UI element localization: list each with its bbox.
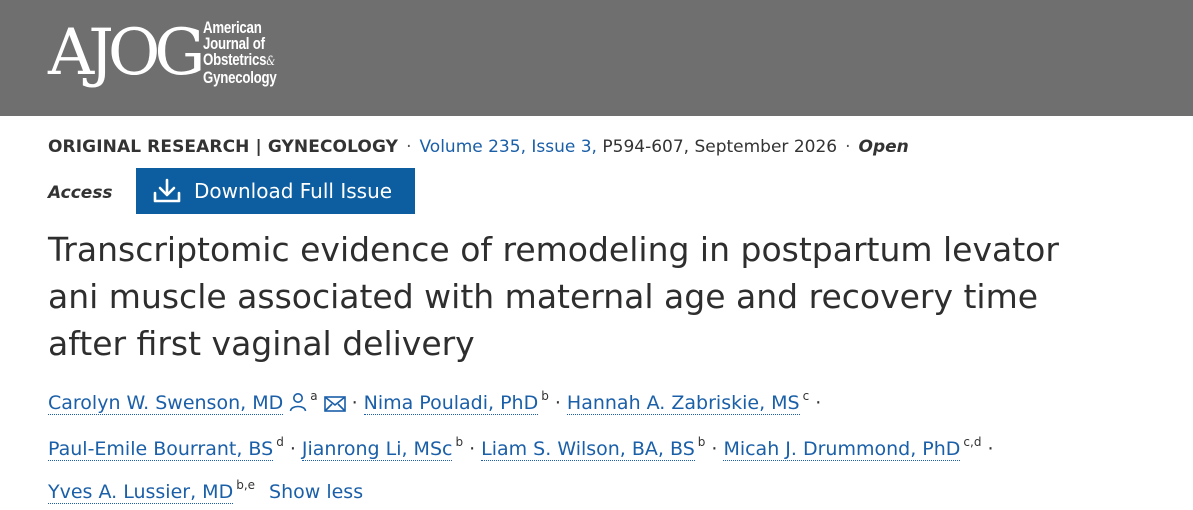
author-affiliation: b,e xyxy=(236,478,256,492)
author-line-3: Yves A. Lussier, MD b,e Show less xyxy=(48,467,1148,510)
meta-separator-2: · xyxy=(845,137,851,157)
article-meta: ORIGINAL RESEARCH | GYNECOLOGY · Volume 23… xyxy=(48,137,1148,157)
author-separator: · xyxy=(554,392,561,414)
access-label: Access xyxy=(48,183,113,203)
article-title: Transcriptomic evidence of remodeling in… xyxy=(48,230,1059,363)
author-affiliation: d xyxy=(276,435,284,449)
author-separator: · xyxy=(815,392,822,414)
open-label: Open xyxy=(858,137,909,157)
author-line-2: Paul-Emile Bourrant, BS d · Jianrong Li, MS… xyxy=(48,424,1148,467)
logo-mark: AJOG xyxy=(48,16,205,90)
logo-line-4: Gynecology xyxy=(203,68,278,87)
author-name[interactable]: Micah J. Drummond, PhD xyxy=(723,438,961,461)
author-line-1: Carolyn W. Swenson, MD a · Nima Pouladi, Ph… xyxy=(48,378,1148,424)
show-less-button[interactable]: Show less xyxy=(269,481,363,503)
author-affiliation: b xyxy=(541,389,549,403)
author-affiliation: c,d xyxy=(963,435,982,449)
author-affiliation: c xyxy=(802,389,810,403)
volume-issue-link[interactable]: Volume 235, Issue 3, xyxy=(419,137,596,157)
article-category: ORIGINAL RESEARCH | GYNECOLOGY xyxy=(48,137,399,157)
author-list: Carolyn W. Swenson, MD a · Nima Pouladi, Ph… xyxy=(48,378,1148,510)
author-separator: · xyxy=(711,438,718,460)
meta-separator: · xyxy=(406,137,412,157)
logo-line-3-text: Obstetrics xyxy=(203,50,267,69)
author-separator: · xyxy=(469,438,476,460)
author-name[interactable]: Nima Pouladi, PhD xyxy=(363,392,539,415)
author-name[interactable]: Hannah A. Zabriskie, MS xyxy=(566,392,800,415)
author-separator: · xyxy=(351,392,358,414)
author-name[interactable]: Carolyn W. Swenson, MD xyxy=(48,392,284,415)
ajog-logo[interactable]: AJOG American Journal of Obstetrics& Gyn… xyxy=(48,10,298,96)
author-name[interactable]: Paul-Emile Bourrant, BS xyxy=(48,438,274,461)
download-icon xyxy=(152,178,182,204)
author-affiliation: b xyxy=(697,435,706,449)
author-separator: · xyxy=(289,438,296,460)
author-affiliation: b xyxy=(455,435,464,449)
envelope-icon[interactable] xyxy=(323,388,346,424)
download-button-label: Download Full Issue xyxy=(194,179,393,203)
site-header: AJOG American Journal of Obstetrics& Gyn… xyxy=(0,0,1193,116)
logo-ampersand: & xyxy=(266,54,276,69)
person-icon[interactable] xyxy=(289,388,307,424)
download-full-issue-button[interactable]: Download Full Issue xyxy=(136,168,415,214)
author-name[interactable]: Jianrong Li, MSc xyxy=(301,438,453,461)
author-separator: · xyxy=(987,438,994,460)
author-name[interactable]: Liam S. Wilson, BA, BS xyxy=(481,438,695,461)
author-affiliation: a xyxy=(310,389,318,403)
pages-date: P594-607, September 2026 xyxy=(596,137,838,157)
author-name[interactable]: Yves A. Lussier, MD xyxy=(48,481,234,504)
logo-wordmark: American Journal of Obstetrics& Gynecolo… xyxy=(203,19,278,87)
